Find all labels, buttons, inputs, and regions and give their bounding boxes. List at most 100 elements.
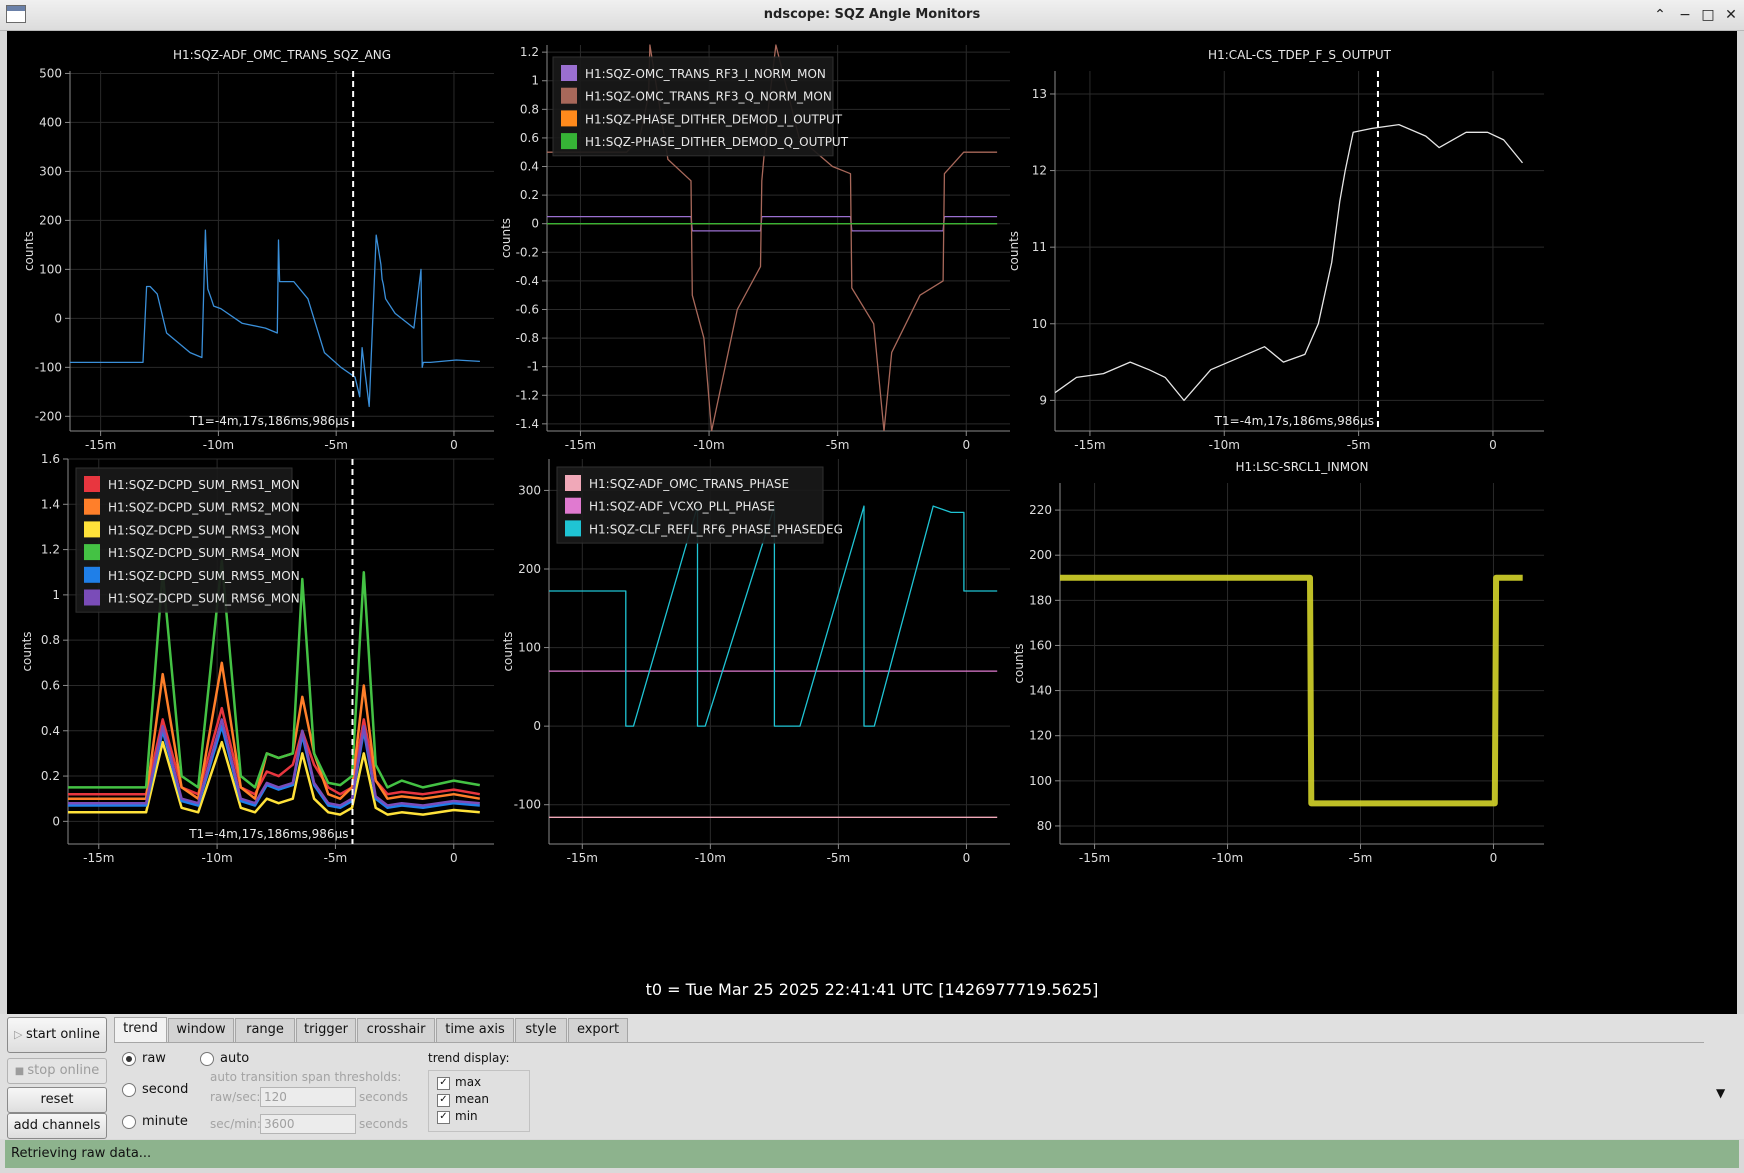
- series-line: [1055, 123, 1524, 402]
- legend-swatch: [84, 521, 100, 538]
- auto-radio[interactable]: [200, 1052, 214, 1066]
- x-tick-label: -10m: [201, 851, 232, 865]
- legend-swatch: [565, 520, 581, 537]
- legend-label: H1:SQZ-DCPD_SUM_RMS6_MON: [108, 592, 300, 606]
- stop-online-label: stop online: [27, 1063, 100, 1078]
- y-tick-label: 400: [39, 115, 62, 129]
- y-tick-label: 1.6: [41, 452, 60, 466]
- tab-range[interactable]: range: [235, 1018, 295, 1042]
- plots-canvas[interactable]: -15m -10m -5m 05004003002001000-100-200coun…: [7, 31, 1737, 976]
- y-tick-label: 80: [1037, 819, 1052, 833]
- x-tick-label: -15m: [83, 851, 114, 865]
- legend-label: H1:SQZ-DCPD_SUM_RMS2_MON: [108, 501, 300, 515]
- x-tick-label: -5m: [826, 438, 850, 452]
- series-line: [68, 706, 481, 796]
- raw-sec-field[interactable]: 120: [260, 1087, 356, 1107]
- legend-label: H1:SQZ-OMC_TRANS_RF3_I_NORM_MON: [585, 67, 826, 81]
- y-tick-label: 1: [52, 588, 60, 602]
- y-tick-label: -200: [35, 409, 62, 423]
- y-tick-label: 0.2: [520, 188, 539, 202]
- y-axis-label: counts: [499, 218, 513, 258]
- tab-crosshair[interactable]: crosshair: [357, 1018, 435, 1042]
- x-tick-label: -5m: [1347, 438, 1371, 452]
- y-tick-label: 180: [1029, 593, 1052, 607]
- plot-6: -15m -10m -5m 0 220 200 180 160 140 120 100 80 count…: [1012, 460, 1544, 865]
- sec-min-unit: seconds: [359, 1117, 409, 1131]
- tab-export[interactable]: export: [568, 1018, 628, 1042]
- min-checkbox[interactable]: ✓: [437, 1111, 450, 1124]
- tab-style[interactable]: style: [515, 1018, 567, 1042]
- y-tick-label: 120: [1029, 729, 1052, 743]
- start-online-button[interactable]: ▷ start online: [7, 1017, 107, 1053]
- y-tick-label: -1.4: [516, 417, 539, 431]
- chevron-up-icon[interactable]: ⌃: [1649, 4, 1671, 26]
- y-tick-label: 0.2: [41, 769, 60, 783]
- y-tick-label: 140: [1029, 684, 1052, 698]
- raw-sec-unit: seconds: [359, 1090, 409, 1104]
- y-tick-label: 0: [533, 719, 541, 733]
- trend-panel: raw second minute auto auto transition s…: [114, 1042, 1704, 1134]
- minute-radio[interactable]: [122, 1115, 136, 1129]
- minute-label: minute: [142, 1114, 188, 1129]
- plot-2: -15m -10m -5m 0 1.2 1 0.8 0.6 0.4 0.2 0 -0.2 -0.4 -0.…: [499, 44, 1010, 452]
- y-tick-label: 1: [531, 74, 539, 88]
- y-tick-label: 300: [39, 164, 62, 178]
- status-bar: Retrieving raw data...: [5, 1140, 1739, 1168]
- legend-swatch: [84, 566, 100, 583]
- tab-time-axis[interactable]: time axis: [436, 1018, 514, 1042]
- y-tick-label: 200: [1029, 548, 1052, 562]
- second-radio[interactable]: [122, 1083, 136, 1097]
- add-channels-button[interactable]: add channels: [7, 1113, 107, 1139]
- x-tick-label: -5m: [324, 851, 348, 865]
- legend-swatch: [565, 475, 581, 491]
- y-tick-label: 13: [1032, 87, 1047, 101]
- y-tick-label: 10: [1032, 317, 1047, 331]
- y-tick-label: -0.4: [516, 274, 539, 288]
- start-online-label: start online: [25, 1027, 101, 1042]
- minimize-icon[interactable]: −: [1674, 4, 1696, 26]
- mean-checkbox[interactable]: ✓: [437, 1094, 450, 1107]
- y-tick-label: 160: [1029, 638, 1052, 652]
- plot-area[interactable]: -15m -10m -5m 0 500 400 300 200 100 0 -100 -200 coun…: [7, 31, 1737, 1014]
- legend-label: H1:SQZ-ADF_VCXO_PLL_PHASE: [589, 500, 775, 514]
- expand-arrow-icon[interactable]: ▼: [1716, 1086, 1725, 1100]
- legend-swatch: [561, 133, 577, 150]
- legend-label: H1:SQZ-DCPD_SUM_RMS5_MON: [108, 569, 300, 583]
- tab-trend[interactable]: trend: [114, 1017, 167, 1043]
- y-tick-label: 200: [39, 213, 62, 227]
- y-tick-label: 0.4: [520, 160, 539, 174]
- plot-title: H1:CAL-CS_TDEP_F_S_OUTPUT: [1208, 48, 1392, 62]
- reset-button[interactable]: reset: [7, 1087, 107, 1113]
- x-tick-label: -10m: [1212, 851, 1243, 865]
- window-title: ndscope: SQZ Angle Monitors: [763, 7, 981, 22]
- y-axis-label: counts: [1012, 643, 1026, 683]
- y-tick-label: 100: [518, 641, 541, 655]
- y-tick-label: 500: [39, 66, 62, 80]
- stop-online-button[interactable]: ■ stop online: [7, 1058, 107, 1084]
- t0-label: t0 = Tue Mar 25 2025 22:41:41 UTC [14269…: [645, 980, 1099, 999]
- tab-trigger[interactable]: trigger: [296, 1018, 356, 1042]
- plot-3: -15m -10m -5m 0 13 12 11 10 9 counts H1:CAL-CS_TDE…: [1007, 48, 1544, 452]
- y-axis-label: counts: [22, 231, 36, 271]
- y-tick-label: 100: [1029, 774, 1052, 788]
- tab-window[interactable]: window: [168, 1018, 234, 1042]
- max-checkbox[interactable]: ✓: [437, 1077, 450, 1090]
- thresholds-title: auto transition span thresholds:: [210, 1070, 402, 1084]
- legend-label: H1:SQZ-OMC_TRANS_RF3_Q_NORM_MON: [585, 90, 832, 104]
- close-icon[interactable]: ✕: [1720, 4, 1742, 26]
- raw-sec-label: raw/sec:: [210, 1090, 261, 1104]
- plot-title: H1:LSC-SRCL1_INMON: [1235, 460, 1368, 474]
- legend-swatch: [561, 65, 577, 81]
- maximize-icon[interactable]: □: [1697, 4, 1719, 26]
- x-tick-label: 0: [450, 438, 458, 452]
- plot-5: -15m -10m -5m 0 300 200 100 0 -100 counts H1:SQZ-A…: [501, 459, 1010, 865]
- legend-label: H1:SQZ-DCPD_SUM_RMS4_MON: [108, 546, 300, 560]
- control-panel: ▷ start online ■ stop online reset add c…: [0, 1014, 1744, 1139]
- y-tick-label: 1.2: [41, 543, 60, 557]
- y-tick-label: 1.2: [520, 45, 539, 59]
- y-tick-label: 0: [54, 311, 62, 325]
- sec-min-field[interactable]: 3600: [260, 1114, 356, 1134]
- raw-radio[interactable]: [122, 1052, 136, 1066]
- y-tick-label: -1: [527, 360, 539, 374]
- y-tick-label: 0.8: [41, 633, 60, 647]
